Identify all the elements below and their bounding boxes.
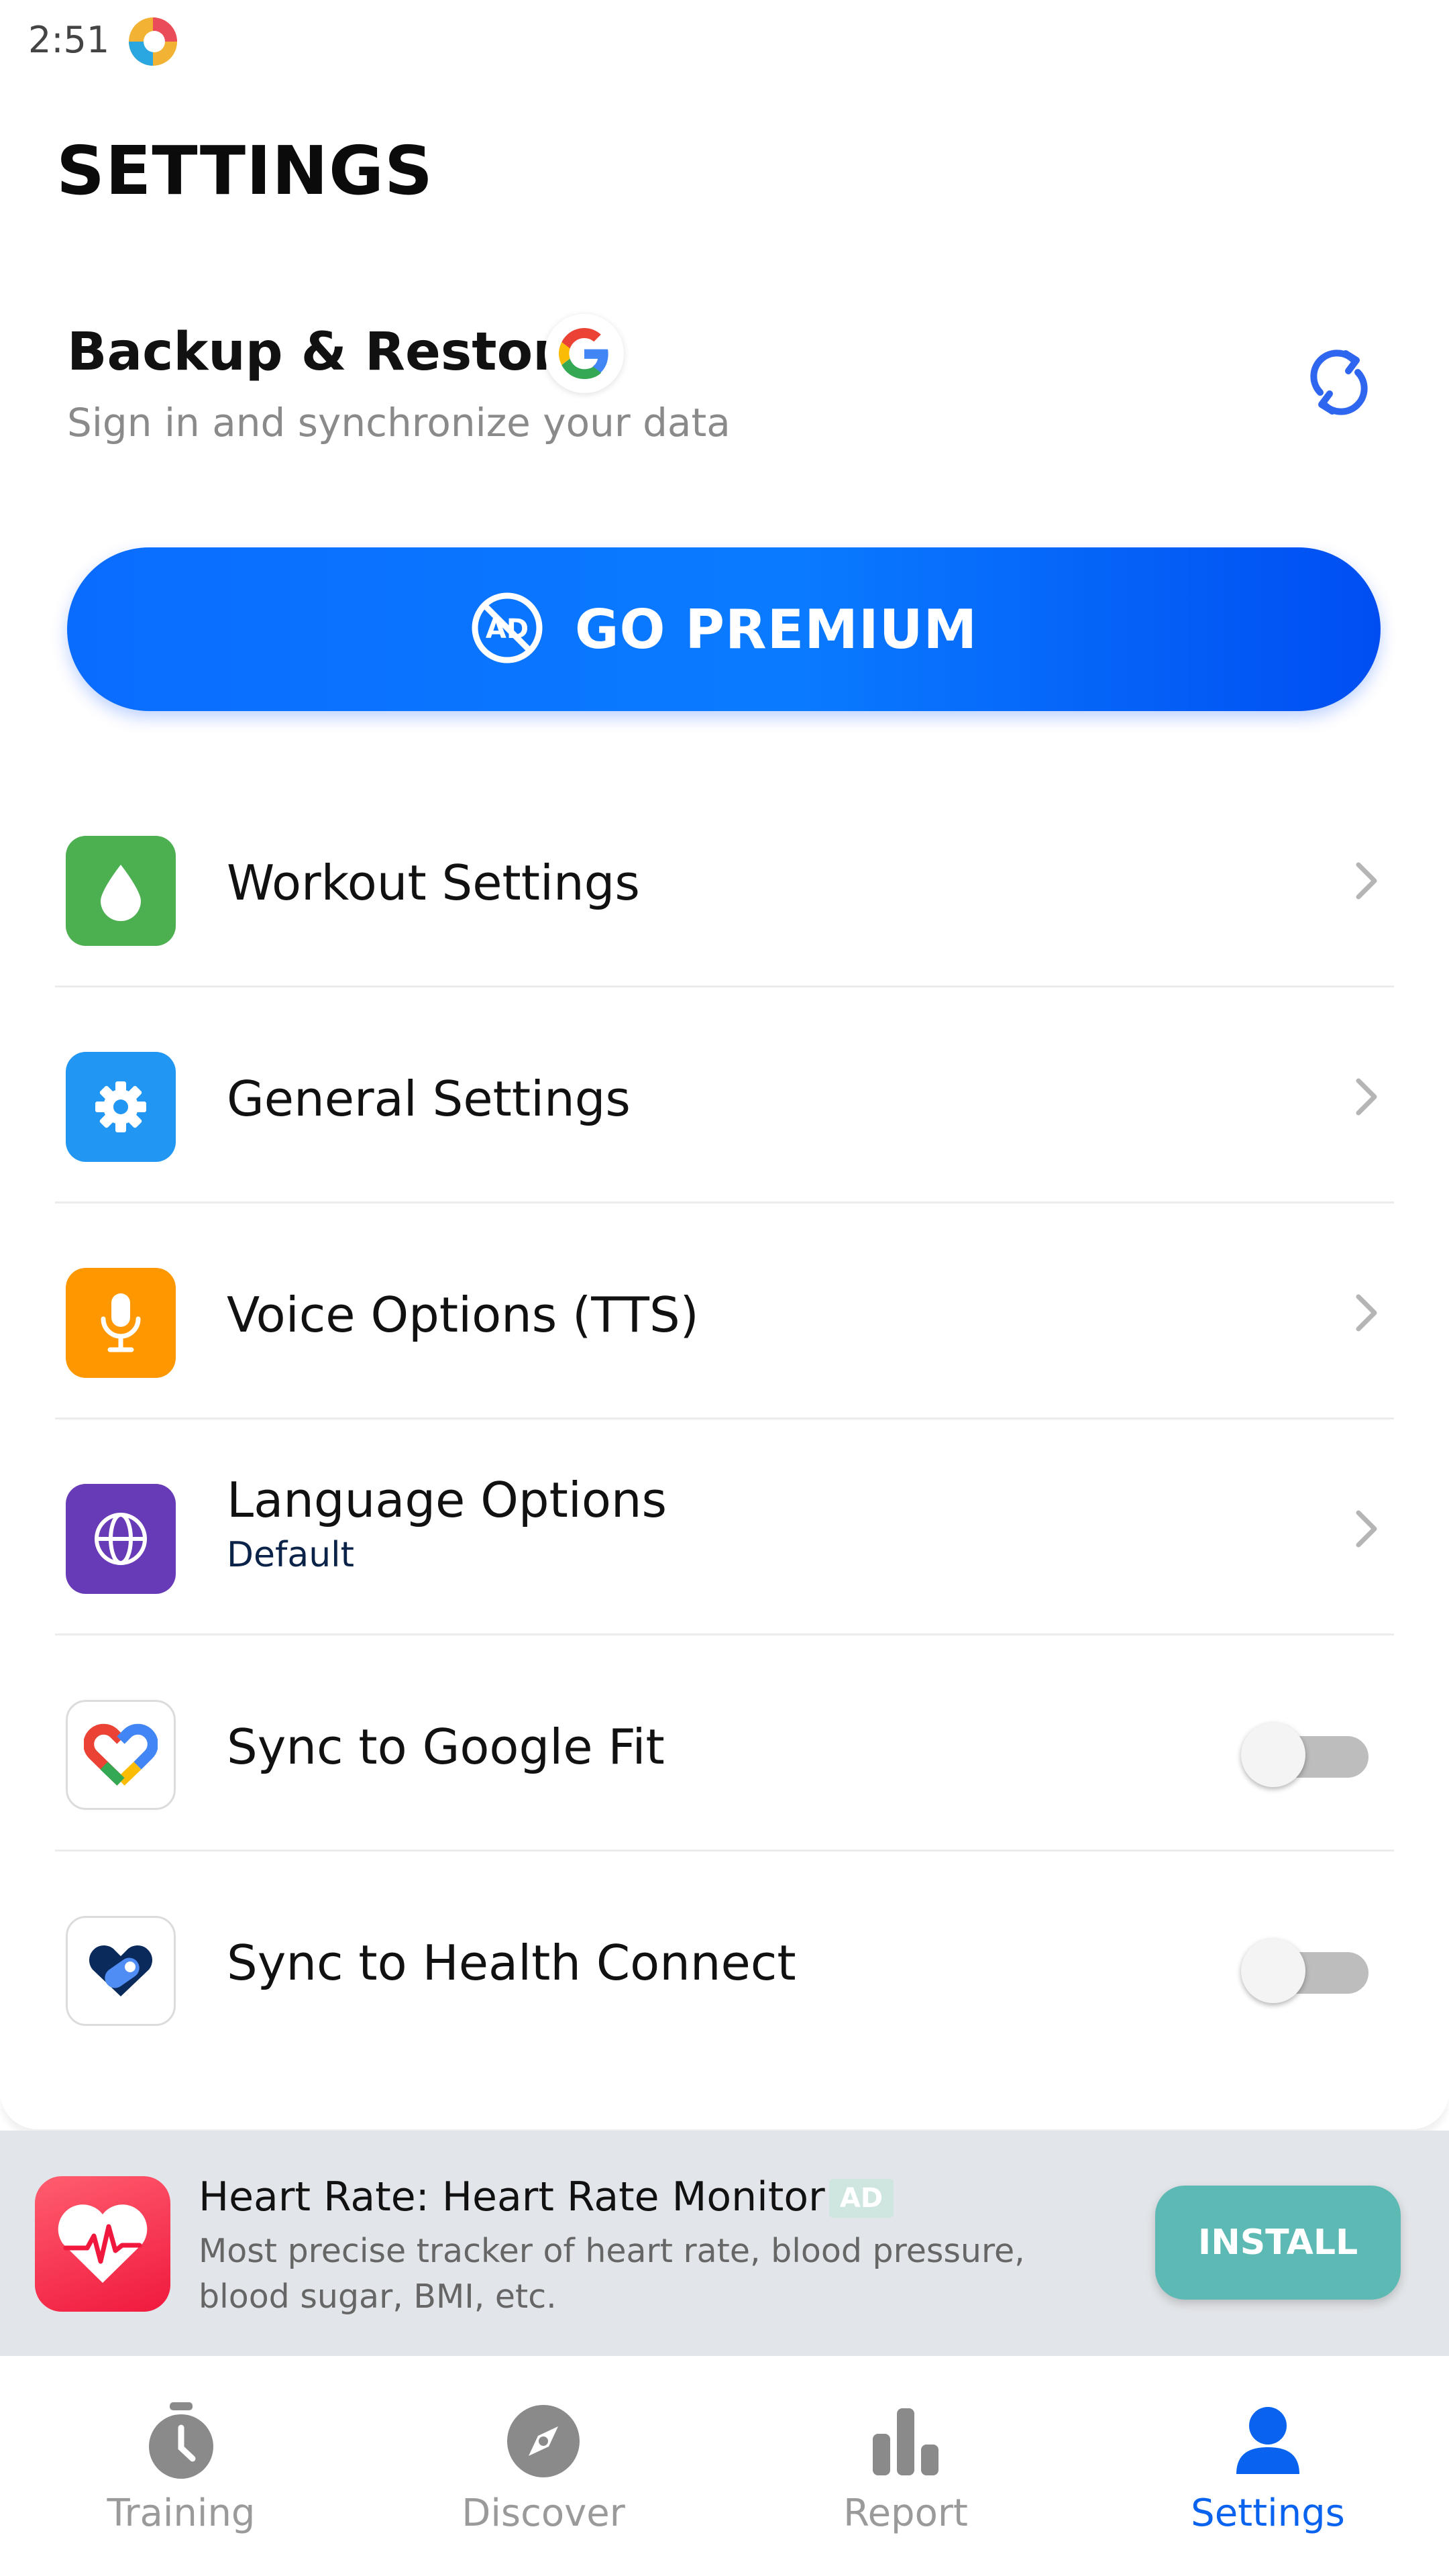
nav-report[interactable]: Report <box>724 2356 1087 2576</box>
sync-google-fit-label: Sync to Google Fit <box>227 1719 665 1775</box>
backup-subtitle: Sign in and synchronize your data <box>67 400 731 445</box>
no-ads-icon: AD <box>470 591 544 667</box>
globe-icon <box>66 1484 176 1594</box>
sync-icon[interactable] <box>1292 335 1386 429</box>
general-settings-row[interactable]: General Settings <box>55 987 1394 1203</box>
google-fit-toggle[interactable] <box>1241 1719 1375 1787</box>
microphone-icon <box>66 1268 176 1378</box>
ad-tag: AD <box>829 2179 894 2218</box>
voice-options-label: Voice Options (TTS) <box>227 1287 699 1343</box>
person-icon <box>1224 2398 1311 2485</box>
status-time: 2:51 <box>28 19 110 61</box>
language-options-label: Language Options <box>227 1472 667 1528</box>
nav-settings-label: Settings <box>1191 2491 1345 2535</box>
sync-health-connect-row[interactable]: Sync to Health Connect <box>55 1851 1394 2068</box>
heart-rate-icon[interactable] <box>35 2176 170 2312</box>
chevron-right-icon <box>1343 1505 1390 1552</box>
app-notification-icon <box>126 15 180 68</box>
compass-icon <box>500 2398 587 2485</box>
sync-health-connect-label: Sync to Health Connect <box>227 1935 796 1991</box>
chevron-right-icon <box>1343 1073 1390 1120</box>
bottom-navigation: Training Discover Report Settings <box>0 2356 1449 2576</box>
nav-discover-label: Discover <box>462 2491 625 2535</box>
workout-settings-row[interactable]: Workout Settings <box>55 771 1394 987</box>
ad-title[interactable]: Heart Rate: Heart Rate Monitor <box>199 2174 825 2220</box>
nav-training[interactable]: Training <box>0 2356 362 2576</box>
content-card-bottom <box>0 2092 1449 2129</box>
health-connect-toggle[interactable] <box>1241 1935 1375 2003</box>
page-title: SETTINGS <box>56 131 434 210</box>
toggle-knob <box>1241 1723 1305 1787</box>
language-options-row[interactable]: Language Options Default <box>55 1419 1394 1635</box>
chevron-right-icon <box>1343 1289 1390 1336</box>
general-settings-label: General Settings <box>227 1071 631 1127</box>
toggle-knob <box>1241 1939 1305 2003</box>
health-connect-icon <box>66 1916 176 2026</box>
backup-restore-title[interactable]: Backup & Restore <box>67 322 594 382</box>
chevron-right-icon <box>1343 857 1390 904</box>
bar-chart-icon <box>862 2398 949 2485</box>
go-premium-label: GO PREMIUM <box>574 598 978 661</box>
ad-description: Most precise tracker of heart rate, bloo… <box>199 2232 1025 2316</box>
stopwatch-icon <box>138 2398 225 2485</box>
language-current-value: Default <box>227 1535 354 1575</box>
water-drop-icon <box>66 836 176 946</box>
voice-options-row[interactable]: Voice Options (TTS) <box>55 1203 1394 1419</box>
sync-google-fit-row[interactable]: Sync to Google Fit <box>55 1635 1394 1851</box>
nav-report-label: Report <box>843 2491 968 2535</box>
nav-training-label: Training <box>107 2491 256 2535</box>
nav-settings[interactable]: Settings <box>1087 2356 1449 2576</box>
install-button[interactable]: INSTALL <box>1155 2186 1401 2300</box>
go-premium-button[interactable]: AD GO PREMIUM <box>67 547 1381 711</box>
google-fit-icon <box>66 1700 176 1810</box>
workout-settings-label: Workout Settings <box>227 855 640 911</box>
gear-icon <box>66 1052 176 1162</box>
nav-discover[interactable]: Discover <box>362 2356 724 2576</box>
google-icon <box>545 314 624 393</box>
